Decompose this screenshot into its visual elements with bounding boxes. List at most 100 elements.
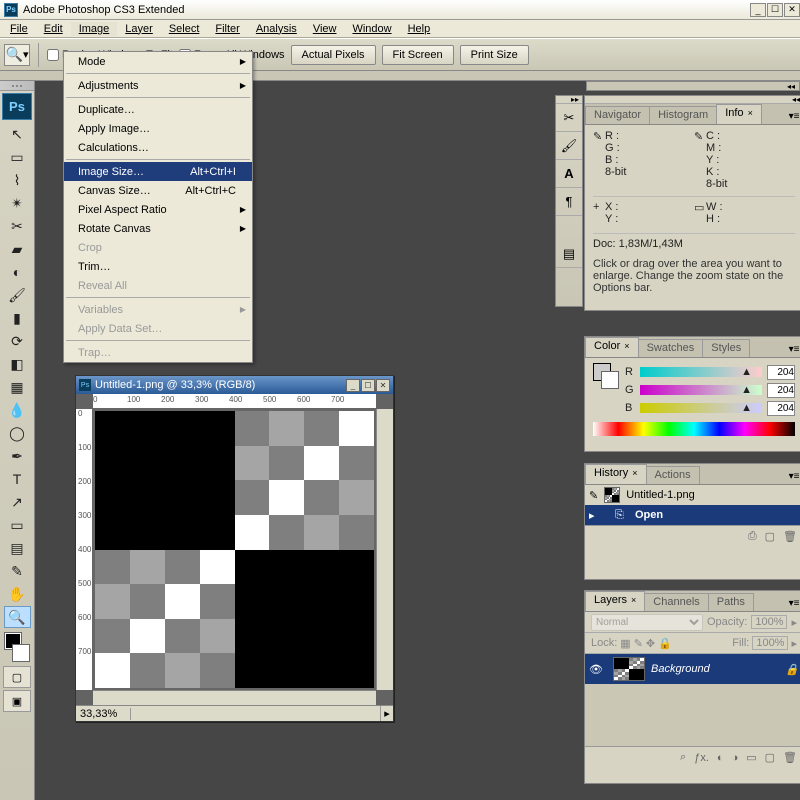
tab-history[interactable]: History× bbox=[585, 464, 647, 484]
slider-g[interactable]: ▲ bbox=[640, 385, 762, 395]
panel-menu-icon[interactable]: ▾≡ bbox=[785, 595, 800, 611]
tool-preset[interactable]: 🔍▾ bbox=[4, 44, 30, 66]
menu-edit[interactable]: Edit bbox=[36, 22, 71, 36]
mi-image-size[interactable]: Image Size…Alt+Ctrl+I bbox=[64, 162, 252, 181]
brush-tool[interactable]: 🖌 bbox=[4, 284, 31, 306]
lock-position-icon[interactable]: ✥ bbox=[646, 637, 655, 650]
slider-b[interactable]: ▲ bbox=[640, 403, 762, 413]
maximize-button[interactable]: ☐ bbox=[767, 3, 783, 17]
visibility-icon[interactable]: 👁 bbox=[589, 663, 607, 676]
close-button[interactable]: ✕ bbox=[784, 3, 800, 17]
color-swap[interactable] bbox=[3, 631, 31, 663]
panel-collapse-strip[interactable]: ◂◂ bbox=[586, 81, 800, 91]
status-menu[interactable]: ▸ bbox=[381, 707, 393, 720]
history-step-open[interactable]: ▸ ⎘ Open bbox=[585, 505, 800, 525]
eyedropper-tool[interactable]: ✎ bbox=[4, 560, 31, 582]
new-layer-icon[interactable]: ▢ bbox=[765, 751, 775, 764]
link-icon[interactable]: ⌕ bbox=[680, 751, 686, 764]
actual-pixels-button[interactable]: Actual Pixels bbox=[291, 45, 376, 65]
print-size-button[interactable]: Print Size bbox=[460, 45, 529, 65]
scrollbar-horizontal[interactable] bbox=[93, 690, 376, 705]
new-doc-icon[interactable]: ▢ bbox=[765, 530, 775, 543]
type-tool[interactable]: T bbox=[4, 468, 31, 490]
doc-maximize[interactable]: ☐ bbox=[361, 379, 375, 392]
minimize-button[interactable]: _ bbox=[750, 3, 766, 17]
tab-actions[interactable]: Actions bbox=[646, 466, 700, 484]
menu-view[interactable]: View bbox=[305, 22, 345, 36]
document-window[interactable]: Ps Untitled-1.png @ 33,3% (RGB/8) _ ☐ ✕ … bbox=[75, 375, 394, 722]
mi-mode[interactable]: Mode bbox=[64, 52, 252, 71]
menu-select[interactable]: Select bbox=[161, 22, 208, 36]
stamp-tool[interactable]: ▮ bbox=[4, 307, 31, 329]
panel-menu-icon[interactable]: ▾≡ bbox=[785, 468, 800, 484]
slice-tool[interactable]: ▰ bbox=[4, 238, 31, 260]
mi-pixel-aspect[interactable]: Pixel Aspect Ratio bbox=[64, 200, 252, 219]
lock-pixels-icon[interactable]: ✎ bbox=[634, 637, 643, 650]
tab-styles[interactable]: Styles bbox=[702, 339, 750, 357]
menu-file[interactable]: File bbox=[2, 22, 36, 36]
group-icon[interactable]: ▭ bbox=[746, 751, 756, 764]
input-b[interactable] bbox=[767, 401, 795, 416]
fx-icon[interactable]: ƒx. bbox=[694, 752, 709, 764]
tab-info[interactable]: Info× bbox=[716, 104, 762, 124]
tab-color[interactable]: Color× bbox=[585, 337, 639, 357]
notes-tool[interactable]: ▤ bbox=[4, 537, 31, 559]
lock-all-icon[interactable]: 🔒 bbox=[658, 637, 672, 650]
tab-layers[interactable]: Layers× bbox=[585, 591, 645, 611]
spectrum[interactable] bbox=[593, 422, 795, 436]
lasso-tool[interactable]: ⌇ bbox=[4, 169, 31, 191]
tab-channels[interactable]: Channels bbox=[644, 593, 708, 611]
historybrush-tool[interactable]: ⟳ bbox=[4, 330, 31, 352]
mi-duplicate[interactable]: Duplicate… bbox=[64, 100, 252, 119]
hand-tool[interactable]: ✋ bbox=[4, 583, 31, 605]
lock-transparent-icon[interactable]: ▦ bbox=[620, 637, 630, 650]
blur-tool[interactable]: 💧 bbox=[4, 399, 31, 421]
fit-screen-button[interactable]: Fit Screen bbox=[382, 45, 454, 65]
pen-tool[interactable]: ✒ bbox=[4, 445, 31, 467]
pb-brush[interactable]: 🖌 bbox=[556, 132, 582, 160]
panel-collapse-icon[interactable]: ◂◂ bbox=[585, 96, 800, 104]
mask-icon[interactable]: ◐ bbox=[717, 752, 724, 764]
menu-analysis[interactable]: Analysis bbox=[248, 22, 305, 36]
tab-navigator[interactable]: Navigator bbox=[585, 106, 650, 124]
gradient-tool[interactable]: ▦ bbox=[4, 376, 31, 398]
mi-trim[interactable]: Trim… bbox=[64, 257, 252, 276]
blend-mode[interactable]: Normal bbox=[591, 614, 703, 631]
menu-help[interactable]: Help bbox=[400, 22, 439, 36]
pb-tools[interactable]: ✂ bbox=[556, 104, 582, 132]
wand-tool[interactable]: ✴ bbox=[4, 192, 31, 214]
opacity-input[interactable]: 100% bbox=[751, 615, 787, 629]
scrollbar-vertical[interactable] bbox=[376, 409, 393, 690]
layer-thumbnail[interactable] bbox=[613, 657, 645, 681]
expand-arrows-icon[interactable]: ▸▸ bbox=[556, 96, 582, 104]
mi-calculations[interactable]: Calculations… bbox=[64, 138, 252, 157]
zoom-readout[interactable]: 33,33% bbox=[76, 708, 131, 720]
layer-background[interactable]: 👁 Background 🔒 bbox=[585, 654, 800, 684]
slider-r[interactable]: ▲ bbox=[640, 367, 762, 377]
menu-filter[interactable]: Filter bbox=[207, 22, 247, 36]
pb-layercomps[interactable]: ▤ bbox=[556, 240, 582, 268]
menu-layer[interactable]: Layer bbox=[117, 22, 161, 36]
new-snapshot-icon[interactable]: ⎙ bbox=[748, 530, 757, 543]
trash-icon[interactable]: 🗑 bbox=[783, 751, 797, 764]
tab-histogram[interactable]: Histogram bbox=[649, 106, 717, 124]
adjustment-icon[interactable]: ◑ bbox=[732, 752, 739, 764]
mi-rotate-canvas[interactable]: Rotate Canvas bbox=[64, 219, 252, 238]
crop-tool[interactable]: ✂ bbox=[4, 215, 31, 237]
zoom-tool[interactable]: 🔍 bbox=[4, 606, 31, 628]
fill-input[interactable]: 100% bbox=[752, 636, 788, 650]
menu-image[interactable]: Image bbox=[71, 22, 118, 36]
move-tool[interactable]: ↖ bbox=[4, 123, 31, 145]
history-source[interactable]: ✎ Untitled-1.png bbox=[585, 485, 800, 505]
mi-adjustments[interactable]: Adjustments bbox=[64, 76, 252, 95]
pb-type[interactable]: A bbox=[556, 160, 582, 188]
pb-paragraph[interactable]: ¶ bbox=[556, 188, 582, 216]
quick-mask[interactable]: ▢ bbox=[3, 666, 31, 688]
shape-tool[interactable]: ▭ bbox=[4, 514, 31, 536]
mi-apply-image[interactable]: Apply Image… bbox=[64, 119, 252, 138]
eraser-tool[interactable]: ◧ bbox=[4, 353, 31, 375]
toolbox-grip[interactable] bbox=[0, 81, 34, 91]
path-tool[interactable]: ↗ bbox=[4, 491, 31, 513]
doc-close[interactable]: ✕ bbox=[376, 379, 390, 392]
tab-swatches[interactable]: Swatches bbox=[638, 339, 704, 357]
